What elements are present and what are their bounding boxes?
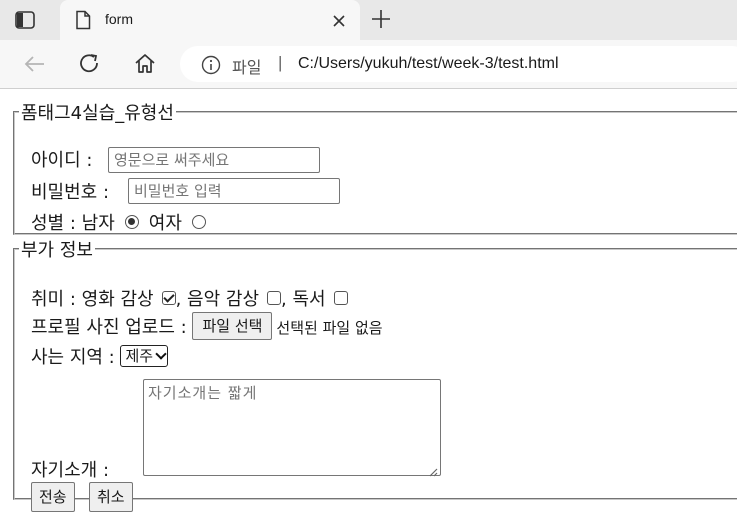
- resize-grip-icon[interactable]: [428, 463, 438, 477]
- address-bar[interactable]: 파일 | C:/Users/yukuh/test/week-3/test.htm…: [180, 46, 737, 82]
- page-content: 폼태그4실습_유형선 아이디 : 비밀번호 : 성별 : 남자 여자 부가 정보 …: [0, 90, 737, 517]
- photo-label: 프로필 사진 업로드 :: [31, 317, 187, 338]
- address-scheme-label: 파일: [232, 58, 262, 77]
- region-label: 사는 지역 :: [31, 347, 115, 368]
- intro-textarea[interactable]: 자기소개는 짧게: [143, 379, 441, 477]
- hobby-music-label: , 음악 감상: [175, 289, 260, 310]
- reset-button[interactable]: 취소: [89, 482, 133, 512]
- region-select[interactable]: 제주: [120, 345, 169, 367]
- gender-row: 성별 : 남자 여자: [31, 209, 216, 235]
- id-input[interactable]: [108, 147, 320, 173]
- gender-label: 성별 :: [31, 213, 76, 234]
- id-label: 아이디 :: [31, 150, 93, 171]
- address-url[interactable]: C:/Users/yukuh/test/week-3/test.html: [298, 55, 559, 73]
- info-icon[interactable]: [201, 55, 221, 75]
- password-label: 비밀번호 :: [31, 182, 110, 203]
- new-tab-icon[interactable]: [368, 6, 394, 32]
- close-icon[interactable]: [328, 10, 350, 32]
- gender-male-label: 남자: [81, 213, 115, 234]
- hobby-row: 취미 : 영화 감상 , 음악 감상 , 독서: [31, 285, 348, 311]
- submit-button[interactable]: 전송: [31, 482, 75, 512]
- tab-form[interactable]: form: [60, 0, 360, 40]
- extra-info-fieldset: 부가 정보 취미 : 영화 감상 , 음악 감상 , 독서 프로필 사진 업로드 :…: [13, 236, 737, 512]
- intro-placeholder: 자기소개는 짧게: [148, 384, 258, 402]
- password-row: 비밀번호 :: [31, 178, 109, 204]
- hobby-label: 취미 :: [31, 289, 76, 310]
- gender-female-radio[interactable]: [191, 215, 206, 229]
- hobby-movie-label: 영화 감상: [81, 289, 154, 310]
- hobby-music-checkbox[interactable]: [267, 291, 282, 305]
- tab-strip: form: [0, 0, 737, 40]
- basic-info-legend: 폼태그4실습_유형선: [21, 103, 174, 124]
- extra-info-legend: 부가 정보: [21, 240, 93, 261]
- intro-label: 자기소개 :: [31, 460, 110, 481]
- chevron-down-icon: [155, 348, 167, 360]
- hobby-reading-checkbox[interactable]: [333, 291, 348, 305]
- region-selected-value: 제주: [125, 347, 154, 365]
- hobby-movie-checkbox[interactable]: [161, 291, 176, 305]
- reload-icon[interactable]: [77, 51, 103, 77]
- hobby-reading-label: , 독서: [281, 289, 326, 310]
- basic-info-fieldset: 폼태그4실습_유형선 아이디 : 비밀번호 : 성별 : 남자 여자: [13, 99, 737, 235]
- address-separator: |: [278, 53, 283, 72]
- file-status: 선택된 파일 없음: [276, 319, 383, 337]
- document-icon: [74, 10, 92, 30]
- photo-row: 프로필 사진 업로드 : 파일 선택 선택된 파일 없음: [31, 312, 383, 342]
- gender-female-label: 여자: [148, 213, 182, 234]
- password-input[interactable]: [128, 178, 340, 204]
- gender-male-radio[interactable]: [124, 215, 139, 229]
- tab-title: form: [105, 11, 133, 27]
- intro-row: 자기소개 :: [31, 456, 109, 482]
- back-arrow-icon[interactable]: [22, 51, 48, 77]
- region-row: 사는 지역 : 제주: [31, 343, 169, 369]
- browser-toolbar: 파일 | C:/Users/yukuh/test/week-3/test.htm…: [0, 40, 737, 89]
- file-select-button[interactable]: 파일 선택: [192, 312, 273, 340]
- home-icon[interactable]: [132, 51, 158, 77]
- sidebar-toggle-icon[interactable]: [14, 10, 36, 30]
- id-row: 아이디 :: [31, 146, 92, 172]
